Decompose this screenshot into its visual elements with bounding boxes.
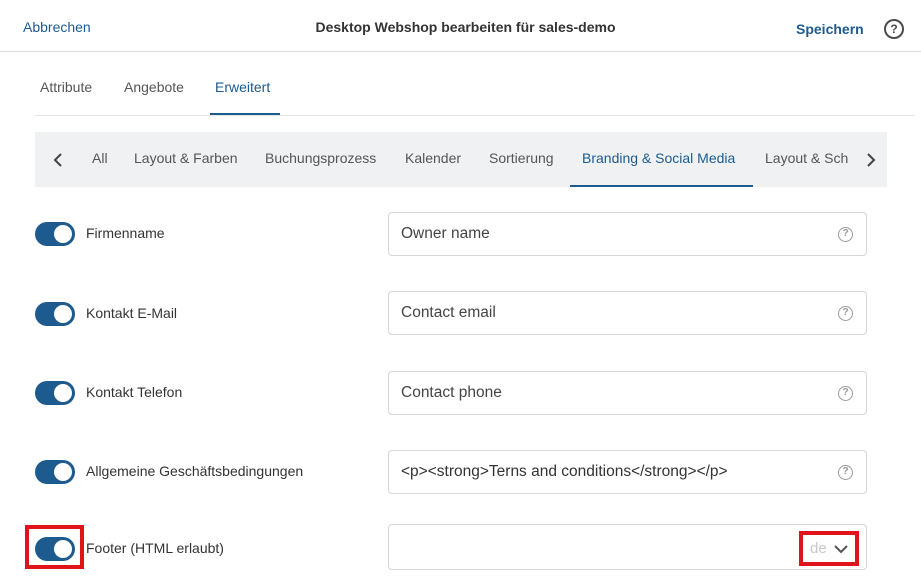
- main-tabs: Attribute Angebote Erweitert: [35, 52, 915, 116]
- agb-input[interactable]: [401, 451, 821, 493]
- language-select[interactable]: de: [799, 531, 859, 566]
- language-value: de: [810, 540, 827, 557]
- kontakt-telefon-input[interactable]: [401, 372, 821, 414]
- label-kontakt-telefon: Kontakt Telefon: [86, 384, 183, 400]
- subtab-layout-farben[interactable]: Layout & Farben: [134, 150, 238, 166]
- footer-input[interactable]: [401, 525, 791, 567]
- label-kontakt-email: Kontakt E-Mail: [86, 305, 178, 321]
- kontakt-telefon-field-wrapper: ?: [388, 371, 867, 415]
- toggle-kontakt-telefon[interactable]: [35, 381, 75, 405]
- toggle-knob: [54, 225, 72, 243]
- active-subtab-indicator: [570, 185, 753, 187]
- chevron-down-icon: [834, 545, 848, 554]
- chevron-right-icon[interactable]: [858, 146, 884, 174]
- subtab-buchungsprozess[interactable]: Buchungsprozess: [265, 150, 376, 166]
- label-agb: Allgemeine Geschäftsbedingungen: [86, 463, 304, 479]
- toggle-kontakt-email[interactable]: [35, 302, 75, 326]
- subtab-branding-social-media[interactable]: Branding & Social Media: [582, 150, 735, 166]
- tab-angebote[interactable]: Angebote: [124, 79, 184, 95]
- toggle-knob: [54, 463, 72, 481]
- toggle-agb[interactable]: [35, 460, 75, 484]
- sub-tabs: All Layout & Farben Buchungsprozess Kale…: [35, 132, 887, 187]
- firmenname-field-wrapper: ?: [388, 212, 867, 256]
- question-circle-icon[interactable]: ?: [838, 386, 853, 401]
- subtab-all[interactable]: All: [92, 150, 108, 166]
- help-icon[interactable]: ?: [884, 19, 904, 39]
- label-firmenname: Firmenname: [86, 225, 165, 241]
- chevron-left-icon[interactable]: [45, 146, 71, 174]
- footer-field-wrapper: [388, 524, 867, 570]
- question-circle-icon[interactable]: ?: [838, 227, 853, 242]
- firmenname-input[interactable]: [401, 213, 821, 255]
- subtab-kalender[interactable]: Kalender: [405, 150, 461, 166]
- tab-attribute[interactable]: Attribute: [40, 79, 92, 95]
- tab-erweitert[interactable]: Erweitert: [215, 79, 270, 95]
- subtab-sortierung[interactable]: Sortierung: [489, 150, 554, 166]
- toggle-firmenname[interactable]: [35, 222, 75, 246]
- kontakt-email-input[interactable]: [401, 292, 821, 334]
- label-footer: Footer (HTML erlaubt): [86, 540, 224, 556]
- toggle-highlight-box: [25, 525, 84, 569]
- save-button[interactable]: Speichern: [796, 21, 864, 37]
- toggle-knob: [54, 384, 72, 402]
- page-title: Desktop Webshop bearbeiten für sales-dem…: [315, 19, 616, 35]
- top-bar: Abbrechen Desktop Webshop bearbeiten für…: [0, 0, 921, 52]
- subtab-layout-sch[interactable]: Layout & Sch: [765, 150, 848, 166]
- question-circle-icon[interactable]: ?: [838, 306, 853, 321]
- question-circle-icon[interactable]: ?: [838, 465, 853, 480]
- kontakt-email-field-wrapper: ?: [388, 291, 867, 335]
- toggle-knob: [54, 305, 72, 323]
- agb-field-wrapper: ?: [388, 450, 867, 494]
- active-tab-indicator: [210, 113, 280, 115]
